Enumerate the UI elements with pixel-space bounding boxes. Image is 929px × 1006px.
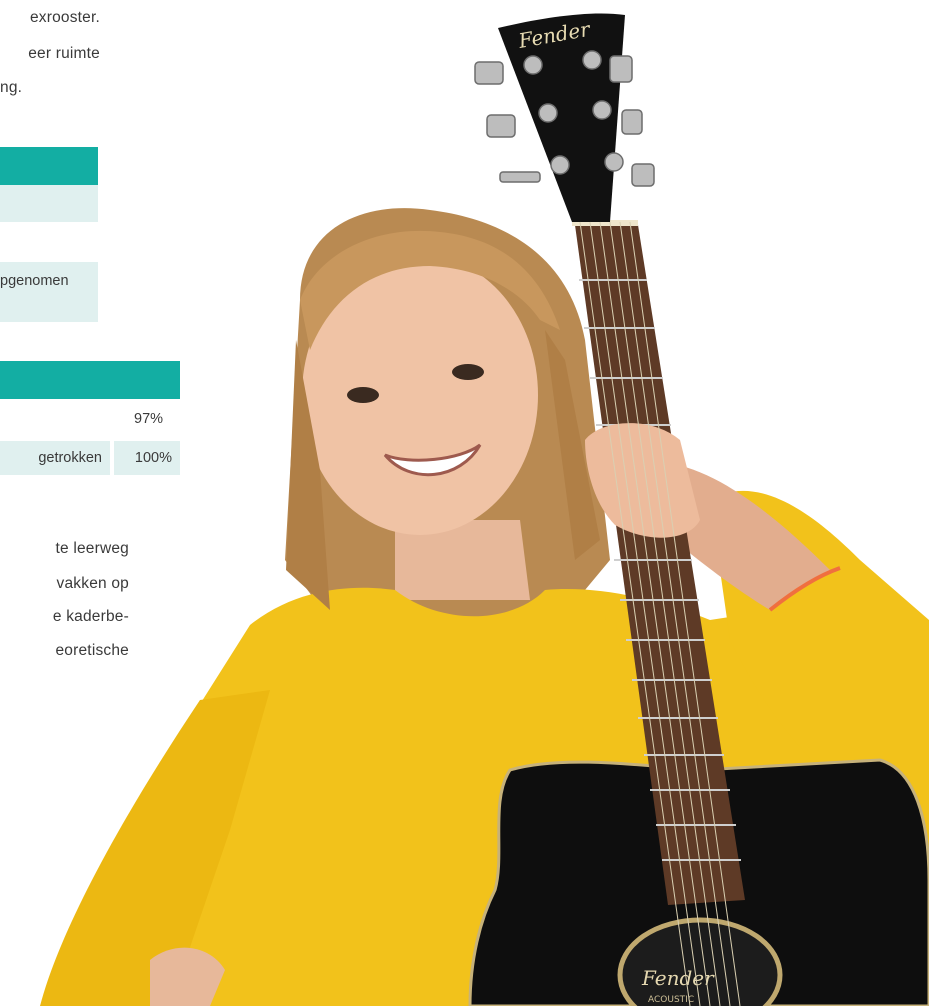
page-background xyxy=(0,0,929,1006)
body2-line-3: e kaderbe- xyxy=(52,608,129,625)
intro-line-3: ng. xyxy=(0,79,23,96)
table2-row2-label-cell: getrokken xyxy=(0,441,110,475)
table1-row1-cell xyxy=(0,185,98,222)
table1-header-bar xyxy=(0,147,98,185)
body2-line-4: eoretische xyxy=(55,642,129,659)
table1-row2-cell: pgenomen xyxy=(0,262,98,322)
table2-row2-value: 100% xyxy=(134,450,172,466)
body2-line-2: vakken op xyxy=(56,575,129,592)
intro-line-2: eer ruimte xyxy=(28,45,100,62)
intro-line-1: exrooster. xyxy=(29,9,100,26)
body2-line-1: te leerweg xyxy=(55,540,129,557)
table2-row2-text: getrokken xyxy=(38,450,102,466)
table2-row1-value: 97% xyxy=(134,411,164,427)
table1-row2-text: pgenomen xyxy=(0,273,69,289)
table2-row2-value-cell: 100% xyxy=(114,441,180,475)
table2-header-bar xyxy=(0,361,180,399)
